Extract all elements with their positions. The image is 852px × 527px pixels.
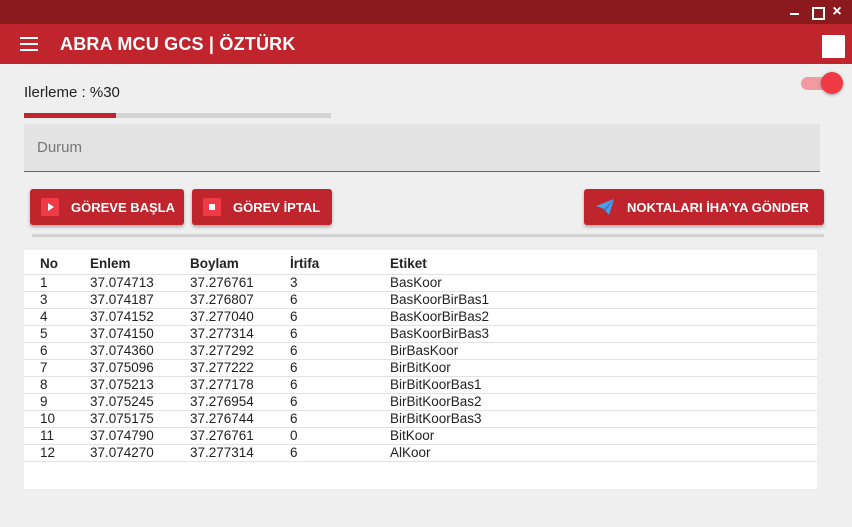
- cell-no: 10: [24, 410, 90, 428]
- cell-label: BasKoorBirBas3: [390, 325, 817, 343]
- cell-latitude: 37.074713: [90, 274, 190, 292]
- column-header-label[interactable]: Etiket: [390, 250, 817, 275]
- send-icon: [596, 199, 614, 215]
- progress-bar-fill: [24, 113, 117, 118]
- waypoints-table: No Enlem Boylam İrtifa Etiket 1 37.074713…: [24, 250, 817, 462]
- cell-no: 8: [24, 376, 90, 394]
- app-title: ABRA MCU GCS | ÖZTÜRK: [60, 34, 296, 54]
- table-row[interactable]: 10 37.075175 37.276744 6 BirBitKoorBas3: [24, 410, 817, 428]
- cell-latitude: 37.075213: [90, 376, 190, 394]
- column-header-longitude[interactable]: Boylam: [190, 250, 290, 275]
- cell-label: BasKoorBirBas2: [390, 308, 817, 326]
- cell-label: BirBitKoorBas3: [390, 410, 817, 428]
- cell-longitude: 37.277040: [190, 308, 290, 326]
- cell-label: BitKoor: [390, 427, 817, 445]
- play-icon: [41, 198, 59, 216]
- table-row[interactable]: 3 37.074187 37.276807 6 BasKoorBirBas1: [24, 291, 817, 309]
- cell-no: 4: [24, 308, 90, 326]
- cell-altitude: 6: [290, 359, 390, 377]
- maximize-icon[interactable]: [808, 3, 826, 21]
- start-mission-label: GÖREVE BAŞLA: [71, 199, 176, 215]
- cell-altitude: 6: [290, 410, 390, 428]
- cell-label: AlKoor: [390, 444, 817, 462]
- status-placeholder: Durum: [37, 139, 83, 156]
- cancel-mission-button[interactable]: GÖREV İPTAL: [192, 189, 332, 225]
- cell-no: 7: [24, 359, 90, 377]
- cell-label: BasKoorBirBas1: [390, 291, 817, 309]
- cell-no: 6: [24, 342, 90, 360]
- cell-altitude: 6: [290, 444, 390, 462]
- cell-latitude: 37.074152: [90, 308, 190, 326]
- cell-altitude: 6: [290, 325, 390, 343]
- cell-longitude: 37.277292: [190, 342, 290, 360]
- table-header-row: No Enlem Boylam İrtifa Etiket: [24, 250, 817, 275]
- cell-no: 1: [24, 274, 90, 292]
- cell-latitude: 37.074790: [90, 427, 190, 445]
- cell-longitude: 37.276761: [190, 274, 290, 292]
- table-row[interactable]: 9 37.075245 37.276954 6 BirBitKoorBas2: [24, 393, 817, 411]
- status-field[interactable]: Durum: [24, 124, 820, 172]
- cell-altitude: 6: [290, 342, 390, 360]
- column-header-latitude[interactable]: Enlem: [90, 250, 190, 275]
- cell-altitude: 3: [290, 274, 390, 292]
- cell-altitude: 6: [290, 393, 390, 411]
- cell-label: BirBasKoor: [390, 342, 817, 360]
- close-icon[interactable]: ×: [828, 3, 846, 21]
- cell-altitude: 6: [290, 291, 390, 309]
- cell-latitude: 37.074187: [90, 291, 190, 309]
- table-row[interactable]: 8 37.075213 37.277178 6 BirBitKoorBas1: [24, 376, 817, 394]
- send-points-label: NOKTALARI İHA'YA GÖNDER: [627, 199, 809, 215]
- cell-latitude: 37.075096: [90, 359, 190, 377]
- cell-longitude: 37.276807: [190, 291, 290, 309]
- toggle-knob: [821, 72, 843, 94]
- cell-longitude: 37.277314: [190, 444, 290, 462]
- table-row[interactable]: 7 37.075096 37.277222 6 BirBitKoor: [24, 359, 817, 377]
- progress-label: Ilerleme : %30: [24, 84, 120, 101]
- cell-longitude: 37.277178: [190, 376, 290, 394]
- cell-no: 11: [24, 427, 90, 445]
- table-row[interactable]: 5 37.074150 37.277314 6 BasKoorBirBas3: [24, 325, 817, 343]
- cell-longitude: 37.277222: [190, 359, 290, 377]
- start-mission-button[interactable]: GÖREVE BAŞLA: [30, 189, 184, 225]
- cell-latitude: 37.075175: [90, 410, 190, 428]
- cell-label: BirBitKoorBas2: [390, 393, 817, 411]
- cell-no: 3: [24, 291, 90, 309]
- table-row[interactable]: 12 37.074270 37.277314 6 AlKoor: [24, 444, 817, 462]
- send-points-button[interactable]: NOKTALARI İHA'YA GÖNDER: [584, 189, 824, 225]
- cell-latitude: 37.074270: [90, 444, 190, 462]
- cell-label: BirBitKoorBas1: [390, 376, 817, 394]
- window-titlebar: ×: [0, 0, 852, 24]
- waypoints-table-panel: No Enlem Boylam İrtifa Etiket 1 37.074713…: [24, 250, 817, 489]
- appbar-action-box[interactable]: [822, 35, 845, 58]
- cell-altitude: 6: [290, 308, 390, 326]
- table-row[interactable]: 1 37.074713 37.276761 3 BasKoor: [24, 274, 817, 292]
- cell-latitude: 37.075245: [90, 393, 190, 411]
- column-header-no[interactable]: No: [24, 250, 90, 275]
- hamburger-menu-icon[interactable]: [20, 37, 38, 51]
- toggle-switch[interactable]: [801, 72, 843, 94]
- cell-label: BasKoor: [390, 274, 817, 292]
- progress-bar: [24, 113, 331, 118]
- section-divider: [32, 234, 824, 237]
- table-row[interactable]: 6 37.074360 37.277292 6 BirBasKoor: [24, 342, 817, 360]
- table-row[interactable]: 4 37.074152 37.277040 6 BasKoorBirBas2: [24, 308, 817, 326]
- app-bar: ABRA MCU GCS | ÖZTÜRK: [0, 24, 852, 64]
- cell-latitude: 37.074360: [90, 342, 190, 360]
- table-row[interactable]: 11 37.074790 37.276761 0 BitKoor: [24, 427, 817, 445]
- cell-label: BirBitKoor: [390, 359, 817, 377]
- cancel-mission-label: GÖREV İPTAL: [233, 199, 321, 215]
- cell-altitude: 0: [290, 427, 390, 445]
- cell-no: 12: [24, 444, 90, 462]
- cell-longitude: 37.276954: [190, 393, 290, 411]
- cell-latitude: 37.074150: [90, 325, 190, 343]
- cell-longitude: 37.276761: [190, 427, 290, 445]
- cell-no: 5: [24, 325, 90, 343]
- cell-no: 9: [24, 393, 90, 411]
- minimize-icon[interactable]: [786, 3, 804, 21]
- stop-icon: [203, 198, 221, 216]
- column-header-altitude[interactable]: İrtifa: [290, 250, 390, 275]
- cell-altitude: 6: [290, 376, 390, 394]
- cell-longitude: 37.277314: [190, 325, 290, 343]
- cell-longitude: 37.276744: [190, 410, 290, 428]
